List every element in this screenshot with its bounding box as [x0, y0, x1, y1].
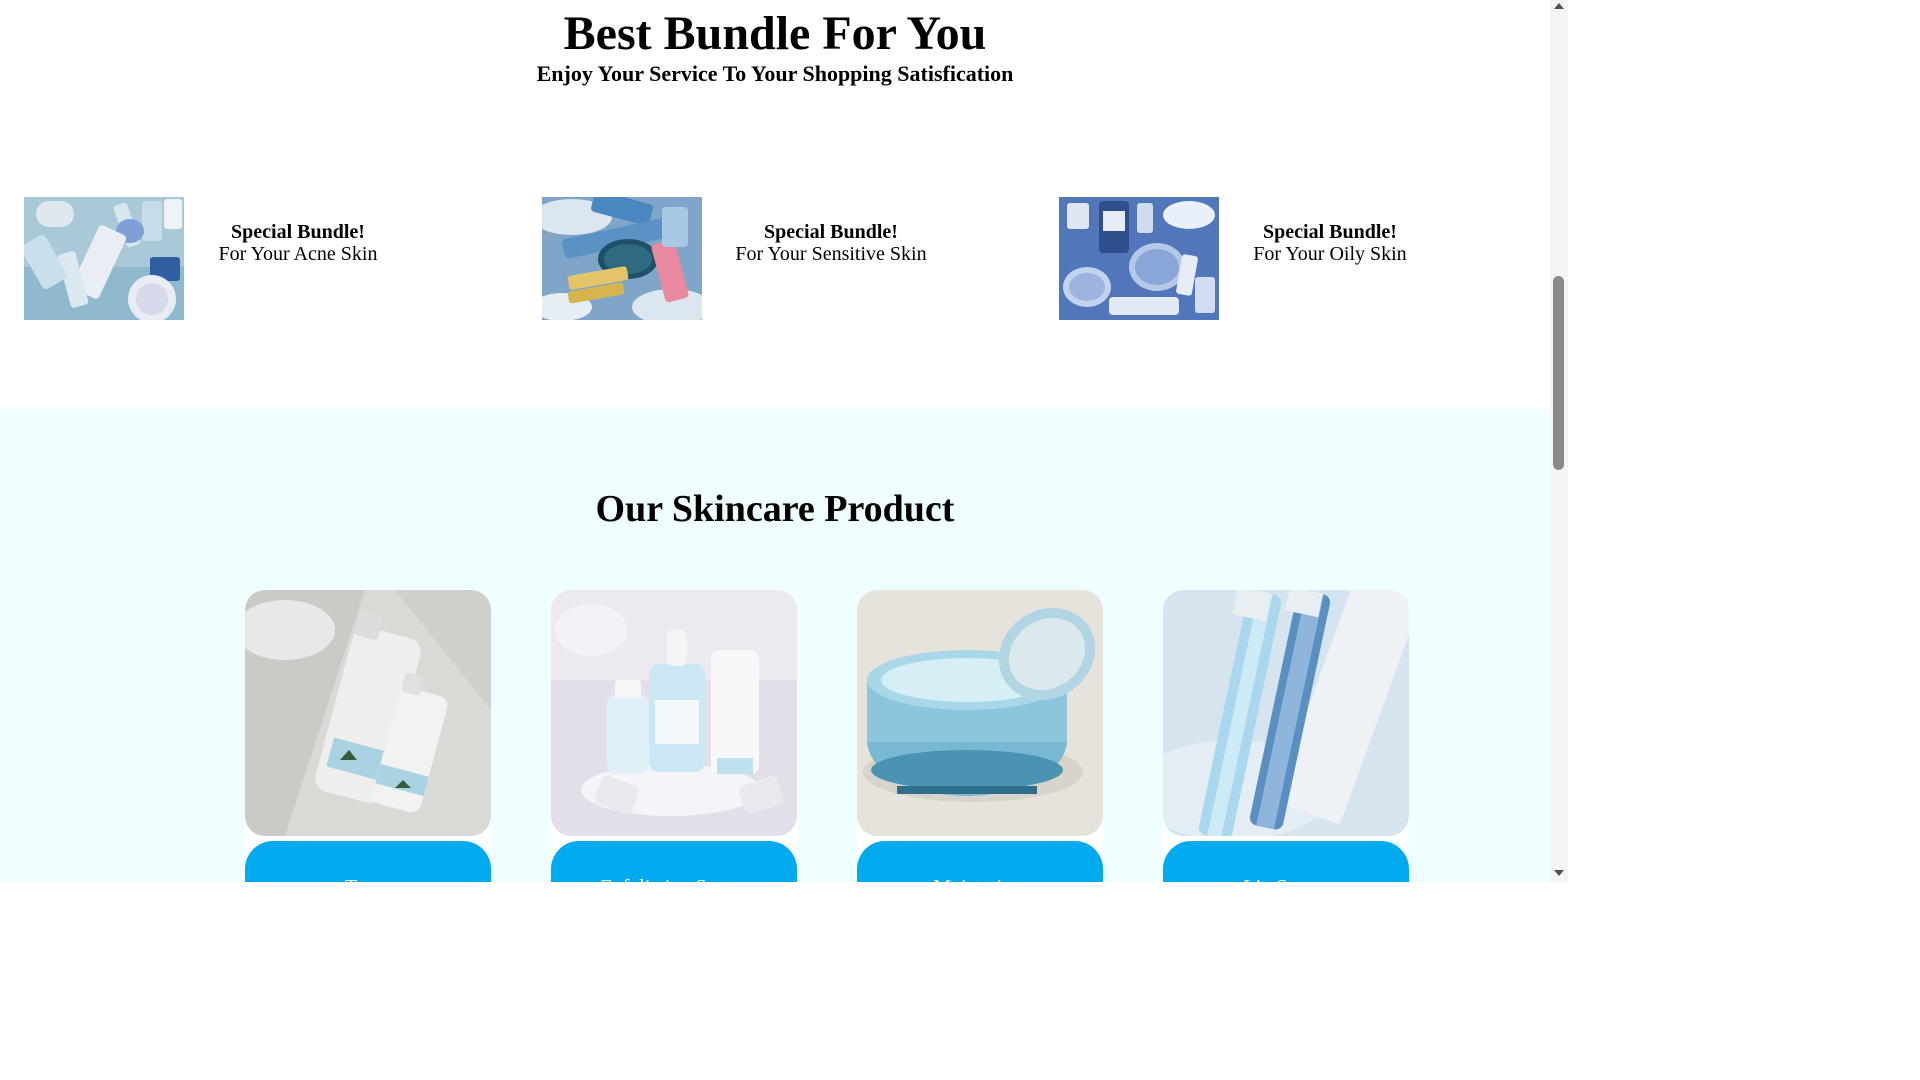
bundle-card-oily[interactable]: Special Bundle! For Your Oily Skin	[1059, 197, 1550, 321]
product-card-toner[interactable]: Toner	[245, 590, 491, 882]
scroll-down-arrow-icon[interactable]	[1554, 870, 1564, 876]
scrollbar-thumb[interactable]	[1553, 276, 1564, 470]
bundle-name: For Your Acne Skin	[218, 243, 378, 265]
product-section: Our Skincare Product	[0, 409, 1550, 882]
bundle-card-sensitive[interactable]: Special Bundle! For Your Sensitive Skin	[542, 197, 1042, 321]
bundle-section: Best Bundle For You Enjoy Your Service T…	[0, 0, 1550, 409]
product-image-exfoliating-serum	[551, 590, 797, 836]
product-image-toner	[245, 590, 491, 836]
product-card-moisturizer[interactable]: Moisturizer	[857, 590, 1103, 882]
bundle-name: For Your Oily Skin	[1253, 243, 1407, 265]
product-button-lip-serum[interactable]: Lip Serum	[1163, 841, 1409, 882]
bundle-text-oily: Special Bundle! For Your Oily Skin	[1215, 221, 1445, 265]
bundle-text-acne: Special Bundle! For Your Acne Skin	[183, 221, 413, 265]
product-button-moisturizer[interactable]: Moisturizer	[857, 841, 1103, 882]
product-section-title: Our Skincare Product	[595, 488, 955, 530]
product-card-lip-serum[interactable]: Lip Serum	[1163, 590, 1409, 882]
bundle-image-sensitive	[542, 197, 702, 320]
product-card-exfoliating-serum[interactable]: Exfoliating Serum	[551, 590, 797, 882]
bundle-name: For Your Sensitive Skin	[735, 243, 927, 265]
bundle-badge: Special Bundle!	[764, 221, 898, 243]
product-image-lip-serum	[1163, 590, 1409, 836]
bundle-image-oily	[1059, 197, 1219, 320]
vertical-scrollbar[interactable]	[1550, 0, 1568, 882]
bundle-image-acne	[24, 197, 184, 320]
bundle-card-acne[interactable]: Special Bundle! For Your Acne Skin	[24, 197, 524, 321]
bundle-badge: Special Bundle!	[231, 221, 365, 243]
page: Best Bundle For You Enjoy Your Service T…	[0, 0, 1550, 882]
product-button-exfoliating-serum[interactable]: Exfoliating Serum	[551, 841, 797, 882]
product-button-toner[interactable]: Toner	[245, 841, 491, 882]
product-image-moisturizer	[857, 590, 1103, 836]
bundle-section-subtitle: Enjoy Your Service To Your Shopping Sati…	[536, 61, 1014, 86]
bundle-section-title: Best Bundle For You	[563, 7, 987, 60]
bundle-text-sensitive: Special Bundle! For Your Sensitive Skin	[716, 221, 946, 265]
scroll-up-arrow-icon[interactable]	[1554, 3, 1564, 9]
bundle-badge: Special Bundle!	[1263, 221, 1397, 243]
